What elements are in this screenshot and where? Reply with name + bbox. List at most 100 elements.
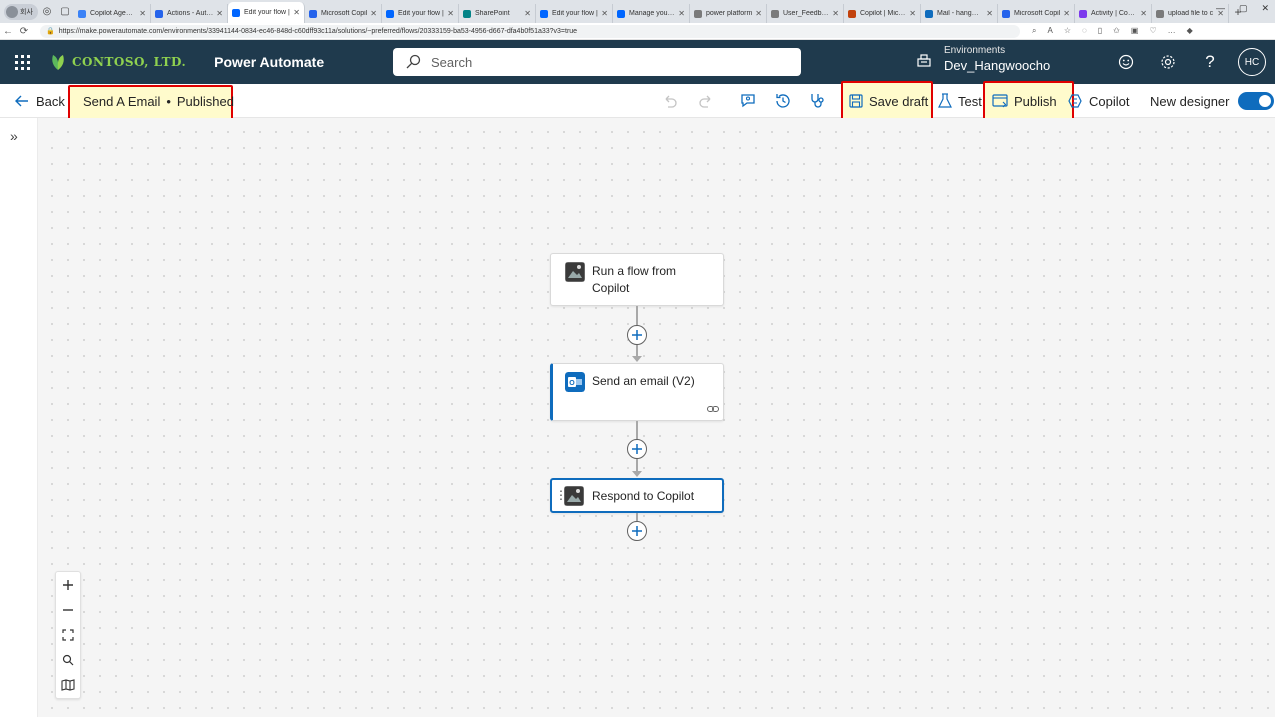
search-canvas-button[interactable] — [56, 647, 80, 672]
add-action-button[interactable] — [627, 325, 647, 345]
zoom-icon[interactable]: ⌕ — [1032, 26, 1036, 36]
test-button[interactable]: Test — [938, 84, 982, 118]
redo-button[interactable] — [698, 84, 720, 118]
browser-tab[interactable]: Edit your flow | ✕ — [536, 4, 613, 23]
site-info-icon[interactable]: 🔒 — [46, 27, 55, 35]
flow-step-respond[interactable]: ⋮ Respond to Copilot — [550, 478, 724, 513]
browser-essentials-icon[interactable]: ♡ — [1149, 26, 1156, 36]
workspaces-icon[interactable]: ◎ — [38, 6, 56, 17]
tab-close-icon[interactable]: ✕ — [986, 9, 993, 18]
version-history-button[interactable] — [774, 84, 798, 118]
browser-tab[interactable]: Microsoft Copil ✕ — [998, 4, 1075, 23]
tab-close-icon[interactable]: ✕ — [678, 9, 685, 18]
comments-button[interactable] — [739, 84, 763, 118]
connection-link-icon[interactable] — [707, 404, 719, 414]
fit-view-button[interactable] — [56, 622, 80, 647]
zoom-in-button[interactable] — [56, 572, 80, 597]
tab-close-icon[interactable]: ✕ — [139, 9, 146, 18]
browser-tab[interactable]: Edit your flow | ✕ — [382, 4, 459, 23]
zoom-out-button[interactable] — [56, 597, 80, 622]
image-placeholder-icon — [564, 486, 584, 506]
minimize-icon[interactable]: — — [1216, 3, 1225, 14]
help-question-icon[interactable]: ? — [1200, 52, 1220, 72]
copilot-browser-icon[interactable]: ◆ — [1187, 26, 1193, 36]
comment-person-icon — [741, 94, 755, 108]
new-designer-toggle-group: New designer — [1150, 84, 1274, 118]
tab-close-icon[interactable]: ✕ — [1063, 9, 1070, 18]
search-input[interactable] — [431, 54, 791, 70]
flow-checker-button[interactable] — [808, 84, 832, 118]
restore-icon[interactable]: ▢ — [1239, 3, 1248, 14]
window-controls: — ▢ ✕ — [1216, 3, 1269, 14]
settings-gear-icon[interactable] — [1158, 52, 1178, 72]
app-name[interactable]: Power Automate — [214, 54, 324, 70]
tab-close-icon[interactable]: ✕ — [601, 9, 608, 18]
browser-profile-button[interactable]: 회사 — [4, 3, 38, 20]
feedback-smiley-icon[interactable] — [1116, 52, 1136, 72]
browser-tab[interactable]: Microsoft Copil ✕ — [305, 4, 382, 23]
split-screen-icon[interactable]: ▯ — [1098, 26, 1102, 36]
step-title: Respond to Copilot — [592, 489, 695, 503]
publish-icon — [992, 94, 1008, 108]
browser-tab[interactable]: Activity | Conne ✕ — [1075, 4, 1152, 23]
tab-close-icon[interactable]: ✕ — [755, 9, 762, 18]
read-aloud-icon[interactable]: A — [1047, 26, 1052, 36]
favorites-icon[interactable]: ✩ — [1113, 26, 1120, 36]
extensions-icon[interactable]: ◌ — [1082, 26, 1087, 36]
search-icon — [62, 654, 74, 665]
app-launcher-icon[interactable] — [0, 40, 44, 84]
user-avatar[interactable]: HC — [1238, 48, 1266, 76]
browser-tab[interactable]: Edit your flow | ✕ — [228, 2, 305, 23]
more-icon[interactable]: … — [1168, 26, 1176, 36]
minimap-button[interactable] — [56, 672, 80, 697]
tab-close-icon[interactable]: ✕ — [447, 9, 454, 18]
tab-close-icon[interactable]: ✕ — [370, 9, 377, 18]
browser-tab[interactable]: Manage your flo ✕ — [613, 4, 690, 23]
tab-close-icon[interactable]: ✕ — [216, 9, 223, 18]
publish-button[interactable]: Publish — [992, 84, 1057, 118]
url-field[interactable]: 🔒 https://make.powerautomate.com/environ… — [40, 24, 1020, 38]
copilot-button[interactable]: Copilot — [1067, 84, 1129, 118]
flow-title[interactable]: Send A Email • Published — [83, 84, 234, 118]
tab-close-icon[interactable]: ✕ — [524, 9, 531, 18]
search-box[interactable] — [393, 48, 801, 76]
tab-close-icon[interactable]: ✕ — [909, 9, 916, 18]
flow-step-send-email[interactable]: O Send an email (V2) — [550, 363, 724, 421]
browser-tab[interactable]: User_Feedback ✕ — [767, 4, 844, 23]
browser-tab[interactable]: Mail - hangwoo ✕ — [921, 4, 998, 23]
tab-close-icon[interactable]: ✕ — [832, 9, 839, 18]
browser-tab[interactable]: SharePoint ✕ — [459, 4, 536, 23]
copilot-icon — [1068, 94, 1082, 108]
tab-close-icon[interactable]: ✕ — [1140, 9, 1147, 18]
browser-tab[interactable]: Copilot Agent St ✕ — [74, 4, 151, 23]
step-title: Send an email (V2) — [592, 374, 695, 388]
browser-tab[interactable]: Copilot | Micros ✕ — [844, 4, 921, 23]
browser-tab[interactable]: Actions - Auto... ✕ — [151, 4, 228, 23]
collections-icon[interactable]: ▣ — [1131, 26, 1139, 36]
new-designer-toggle[interactable] — [1237, 92, 1274, 110]
browser-back-icon[interactable]: ← — [0, 26, 16, 37]
flow-step-trigger[interactable]: Run a flow from Copilot — [550, 253, 724, 306]
zoom-controls — [55, 571, 81, 699]
environment-picker[interactable]: Environments Dev_Hangwoocho — [916, 45, 1050, 74]
tab-favicon-icon — [386, 9, 394, 18]
close-window-icon[interactable]: ✕ — [1261, 3, 1269, 14]
company-logo[interactable]: CONTOSO, LTD. — [50, 53, 186, 71]
save-draft-label: Save draft — [869, 93, 929, 109]
browser-toolbar-icons: ⌕ A ☆ ◌ ▯ ✩ ▣ ♡ … ◆ — [1032, 26, 1193, 36]
back-button[interactable]: Back — [14, 84, 65, 118]
flow-canvas[interactable]: Run a flow from Copilot O Send an email … — [38, 118, 1275, 717]
expand-panel-icon[interactable]: » — [10, 128, 18, 144]
browser-refresh-icon[interactable]: ⟳ — [16, 26, 32, 37]
command-bar: Back Send A Email • Published Save draft… — [0, 81, 1275, 125]
save-draft-button[interactable]: Save draft — [849, 84, 928, 118]
tab-close-icon[interactable]: ✕ — [293, 8, 300, 17]
add-action-button[interactable] — [627, 439, 647, 459]
tab-favicon-icon — [1079, 9, 1087, 18]
tab-favicon-icon — [1156, 9, 1164, 18]
add-action-button[interactable] — [627, 521, 647, 541]
tab-actions-icon[interactable]: ▢ — [56, 6, 74, 17]
undo-button[interactable] — [662, 84, 684, 118]
favorite-star-icon[interactable]: ☆ — [1064, 26, 1071, 36]
browser-tab[interactable]: power platform ✕ — [690, 4, 767, 23]
